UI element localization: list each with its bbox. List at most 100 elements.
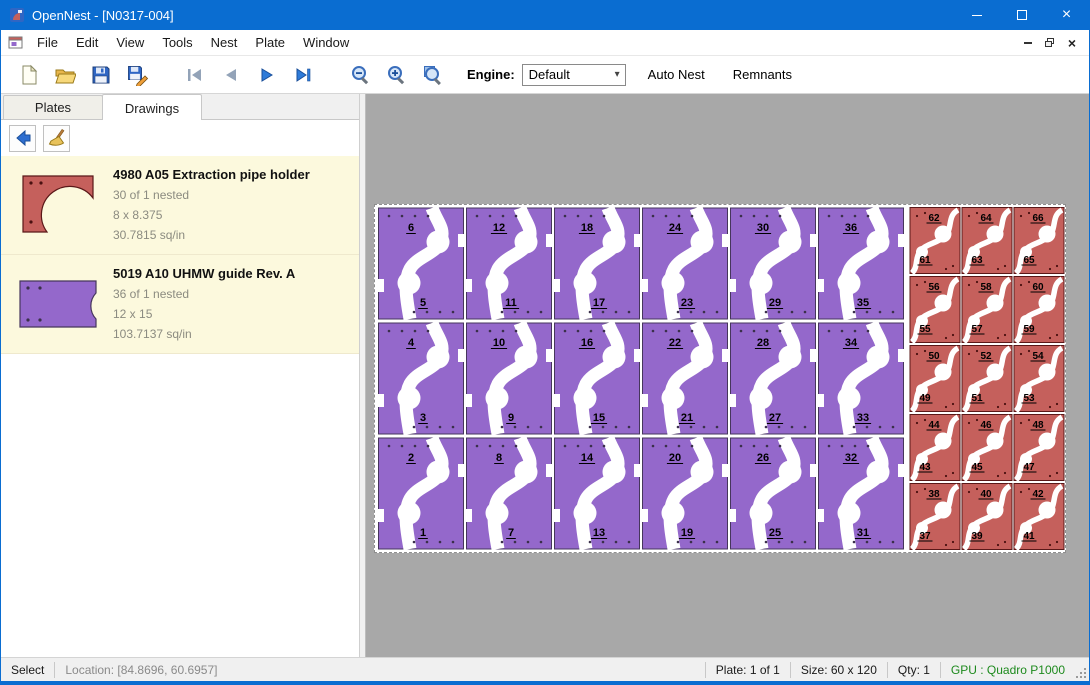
drawing-size: 8 x 8.375 [113, 205, 310, 225]
zoom-out-icon [350, 64, 372, 86]
red-part-pair[interactable]: 3837 [909, 482, 961, 551]
svg-text:6: 6 [408, 222, 414, 234]
app-logo-icon [9, 7, 25, 23]
mdi-close-icon: × [1068, 36, 1076, 50]
svg-text:44: 44 [928, 420, 940, 431]
zoom-out-button[interactable] [345, 60, 377, 90]
go-first-icon [184, 64, 206, 86]
mdi-restore-button[interactable] [1039, 33, 1061, 53]
go-previous-icon [220, 64, 242, 86]
purple-part-pair[interactable]: 3433 [817, 321, 905, 436]
red-part-pair[interactable]: 5453 [1013, 344, 1065, 413]
svg-text:55: 55 [919, 324, 931, 335]
svg-text:1: 1 [420, 527, 426, 539]
drawing-name: 4980 A05 Extraction pipe holder [113, 167, 310, 182]
purple-part-pair[interactable]: 2019 [641, 436, 729, 551]
purple-part-pair[interactable]: 2625 [729, 436, 817, 551]
zoom-fit-button[interactable] [417, 60, 449, 90]
menu-plate[interactable]: Plate [246, 31, 294, 54]
auto-nest-button[interactable]: Auto Nest [642, 63, 711, 86]
minimize-button[interactable] [954, 0, 999, 30]
mdi-close-button[interactable]: × [1061, 33, 1083, 53]
plate[interactable]: 6512111817242330293635431091615222128273… [374, 204, 1066, 553]
drawing-list: 4980 A05 Extraction pipe holder 30 of 1 … [1, 156, 359, 354]
status-mode: Select [1, 663, 54, 677]
menu-edit[interactable]: Edit [67, 31, 107, 54]
svg-text:22: 22 [669, 337, 681, 349]
menu-tools[interactable]: Tools [153, 31, 201, 54]
svg-text:39: 39 [971, 531, 983, 542]
red-part-pair[interactable]: 4039 [961, 482, 1013, 551]
chevron-down-icon: ▾ [615, 69, 625, 80]
tab-drawings[interactable]: Drawings [102, 94, 202, 120]
menu-window[interactable]: Window [294, 31, 358, 54]
zoom-in-button[interactable] [381, 60, 413, 90]
red-part-pair[interactable]: 6261 [909, 206, 961, 275]
open-button[interactable] [49, 60, 81, 90]
red-part-pair[interactable]: 5857 [961, 275, 1013, 344]
save-button[interactable] [85, 60, 117, 90]
save-as-icon [126, 64, 148, 86]
red-part-pair[interactable]: 4645 [961, 413, 1013, 482]
menu-view[interactable]: View [107, 31, 153, 54]
purple-part-pair[interactable]: 43 [377, 321, 465, 436]
red-part-pair[interactable]: 4443 [909, 413, 961, 482]
save-as-button[interactable] [121, 60, 153, 90]
red-part-pair[interactable]: 5655 [909, 275, 961, 344]
statusbar: Select Location: [84.8696, 60.6957] Plat… [1, 657, 1089, 681]
go-last-button[interactable] [287, 60, 319, 90]
list-item[interactable]: 5019 A10 UHMW guide Rev. A 36 of 1 neste… [1, 255, 359, 354]
purple-part-pair[interactable]: 3231 [817, 436, 905, 551]
purple-part-pair[interactable]: 22 21 [641, 321, 729, 436]
red-part-pair[interactable]: 4241 [1013, 482, 1065, 551]
red-part-pair[interactable]: 6463 [961, 206, 1013, 275]
red-part-pair[interactable]: 5049 [909, 344, 961, 413]
new-button[interactable] [13, 60, 45, 90]
clear-button[interactable] [43, 125, 70, 152]
go-next-button[interactable] [251, 60, 283, 90]
panel-splitter[interactable] [359, 94, 366, 657]
svg-text:23: 23 [681, 297, 693, 309]
list-item[interactable]: 4980 A05 Extraction pipe holder 30 of 1 … [1, 156, 359, 255]
red-part-pair[interactable]: 5251 [961, 344, 1013, 413]
tab-plates[interactable]: Plates [3, 95, 103, 119]
drawing-size: 12 x 15 [113, 304, 295, 324]
send-to-nest-button[interactable] [9, 125, 36, 152]
menu-file[interactable]: File [28, 31, 67, 54]
drawing-nested: 36 of 1 nested [113, 284, 295, 304]
remnants-button[interactable]: Remnants [727, 63, 798, 86]
menu-nest[interactable]: Nest [202, 31, 247, 54]
red-parts-grid: 626164636665 565558576059 504952515453 4443… [909, 206, 1065, 551]
purple-part-pair[interactable]: 109 [465, 321, 553, 436]
close-button[interactable]: × [1044, 0, 1089, 30]
purple-part-pair[interactable]: 3635 [817, 206, 905, 321]
purple-part-pair[interactable]: 1817 [553, 206, 641, 321]
blue-arrow-icon [13, 128, 33, 148]
red-part-pair[interactable]: 4847 [1013, 413, 1065, 482]
red-part-pair[interactable]: 6665 [1013, 206, 1065, 275]
purple-part-pair[interactable]: 1211 [465, 206, 553, 321]
purple-part-pair[interactable]: 21 [377, 436, 465, 551]
maximize-button[interactable] [999, 0, 1044, 30]
svg-text:18: 18 [581, 222, 593, 234]
purple-part-pair[interactable]: 3029 [729, 206, 817, 321]
svg-text:21: 21 [681, 412, 693, 424]
engine-value: Default [529, 67, 570, 82]
svg-text:9: 9 [508, 412, 514, 424]
go-first-button[interactable] [179, 60, 211, 90]
svg-text:3: 3 [420, 412, 426, 424]
purple-part-pair[interactable]: 1413 [553, 436, 641, 551]
purple-part-pair[interactable]: 87 [465, 436, 553, 551]
mdi-minimize-icon [1024, 42, 1032, 44]
engine-select[interactable]: Default ▾ [522, 64, 626, 86]
drawing-meta: 5019 A10 UHMW guide Rev. A 36 of 1 neste… [113, 264, 295, 344]
purple-part-pair[interactable]: 2827 [729, 321, 817, 436]
nest-canvas[interactable]: 6512111817242330293635431091615222128273… [366, 94, 1089, 657]
go-previous-button[interactable] [215, 60, 247, 90]
mdi-minimize-button[interactable] [1017, 33, 1039, 53]
purple-part-pair[interactable]: 2423 [641, 206, 729, 321]
purple-part-pair[interactable]: 1615 [553, 321, 641, 436]
red-part-pair[interactable]: 6059 [1013, 275, 1065, 344]
purple-part-pair[interactable]: 65 [377, 206, 465, 321]
resize-grip-icon[interactable] [1075, 658, 1089, 681]
